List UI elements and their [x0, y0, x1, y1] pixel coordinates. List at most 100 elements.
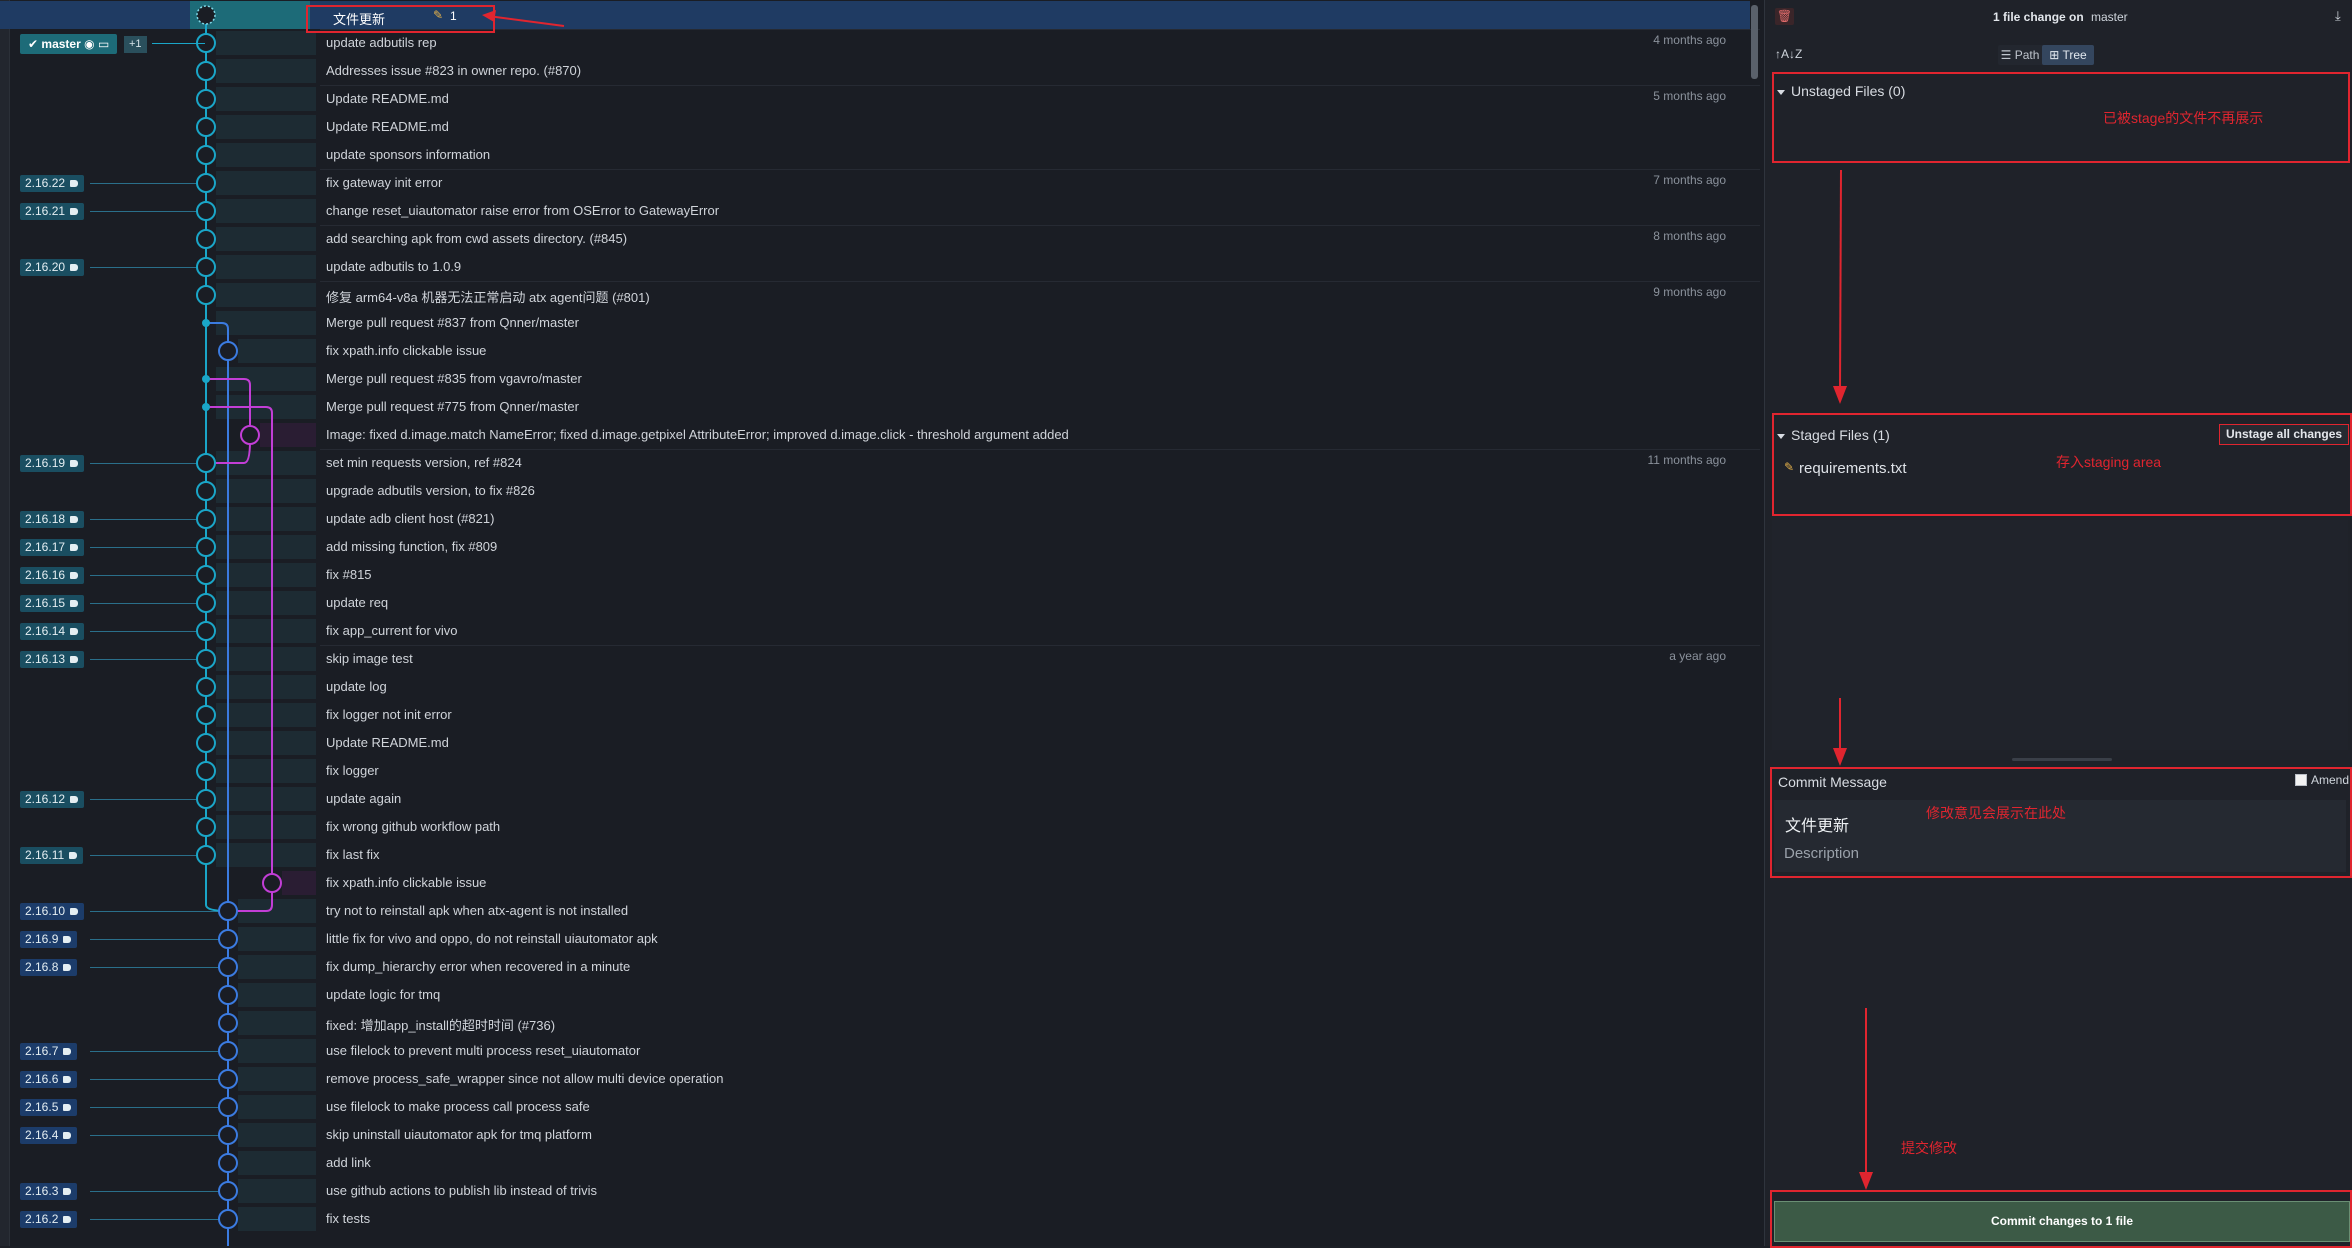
header-file-change: 1 file change on: [1993, 10, 2084, 24]
graph-lanes: [196, 5, 282, 1246]
pencil-icon: ✎: [1784, 460, 1795, 474]
commit-message: Merge pull request #837 from Qnner/maste…: [326, 315, 579, 330]
unstaged-header[interactable]: Unstaged Files (0): [1777, 83, 1905, 99]
date-separator: [320, 169, 1760, 170]
commit-message: update adb client host (#821): [326, 511, 495, 526]
panel-resize-handle[interactable]: [2012, 758, 2112, 761]
commit-node[interactable]: [218, 1209, 238, 1229]
commit-node[interactable]: [196, 201, 216, 221]
commit-message: remove process_safe_wrapper since not al…: [326, 1071, 724, 1086]
unstaged-title: Unstaged Files (0): [1791, 83, 1906, 99]
commit-node[interactable]: [218, 1125, 238, 1145]
commit-message: change reset_uiautomator raise error fro…: [326, 203, 720, 218]
unstage-all-button[interactable]: Unstage all changes: [2219, 424, 2350, 445]
staged-annotation: 存入staging area: [2056, 454, 2162, 470]
commit-message: fix tests: [326, 1211, 371, 1226]
commit-node[interactable]: [196, 145, 216, 165]
commit-graph-panel: update adbutils rep 4 months ago Addresses…: [0, 0, 1764, 1246]
commit-message: Update README.md: [326, 119, 449, 134]
summary-input[interactable]: 文件更新: [1785, 812, 1849, 836]
commit-node[interactable]: [196, 593, 216, 613]
commit-message: Update README.md: [326, 735, 449, 750]
commit-node[interactable]: [196, 537, 216, 557]
commit-node[interactable]: [240, 425, 260, 445]
pencil-icon: ✎: [433, 8, 444, 22]
staged-header[interactable]: Staged Files (1): [1777, 427, 1890, 443]
merge-node[interactable]: [202, 375, 210, 383]
commit-node[interactable]: [262, 873, 282, 893]
branch-extra-count[interactable]: +1: [124, 36, 147, 53]
date-separator: [320, 449, 1760, 450]
view-path-label: Path: [2014, 48, 2040, 62]
description-input[interactable]: Description: [1784, 845, 1859, 862]
commit-node[interactable]: [196, 89, 216, 109]
commit-message: fix dump_hierarchy error when recovered …: [326, 959, 631, 974]
commit-node[interactable]: [218, 1069, 238, 1089]
annotation-arrow-3: [1859, 1008, 1873, 1190]
commit-node[interactable]: [196, 509, 216, 529]
commit-node[interactable]: [218, 929, 238, 949]
commit-node[interactable]: [196, 173, 216, 193]
wip-title: 文件更新: [333, 12, 386, 27]
wip-node[interactable]: [196, 5, 216, 25]
commit-node[interactable]: [196, 453, 216, 473]
commit-node[interactable]: [196, 285, 216, 305]
commit-node[interactable]: [218, 1013, 238, 1033]
commit-node[interactable]: [196, 677, 216, 697]
commit-node[interactable]: [196, 733, 216, 753]
commit-node[interactable]: [196, 481, 216, 501]
commit-node[interactable]: [218, 957, 238, 977]
commit-message: Image: fixed d.image.match NameError; fi…: [326, 427, 1069, 442]
commit-node[interactable]: [196, 705, 216, 725]
commit-node[interactable]: [218, 341, 238, 361]
merge-node[interactable]: [202, 403, 210, 411]
commit-age: 7 months ago: [1653, 173, 1726, 187]
commit-message: add searching apk from cwd assets direct…: [326, 231, 628, 246]
commit-node[interactable]: [218, 1181, 238, 1201]
commit-message: update adbutils rep: [326, 35, 437, 50]
commit-age: 11 months ago: [1647, 453, 1727, 467]
trash-icon[interactable]: 🗑: [1775, 8, 1794, 25]
branch-label-master[interactable]: ✔ master ◉ ▭: [20, 34, 118, 54]
view-path-button[interactable]: ☰ Path: [1998, 45, 2042, 65]
download-icon[interactable]: ⤓: [2335, 8, 2341, 24]
sort-az-icon[interactable]: ↑A↓Z: [1775, 47, 1802, 61]
commit-node[interactable]: [196, 565, 216, 585]
commit-node[interactable]: [218, 901, 238, 921]
commit-node[interactable]: [196, 761, 216, 781]
commit-node[interactable]: [196, 229, 216, 249]
commit-node[interactable]: [196, 817, 216, 837]
staged-file-requirements[interactable]: requirements.txt: [1799, 460, 1907, 477]
commit-button[interactable]: Commit changes to 1 file: [1774, 1201, 2350, 1242]
commit-node[interactable]: [196, 61, 216, 81]
commit-message: set min requests version, ref #824: [326, 455, 522, 470]
commit-node[interactable]: [196, 789, 216, 809]
graph-scrollbar[interactable]: [1751, 5, 1758, 79]
commit-message: use github actions to publish lib instea…: [326, 1183, 597, 1198]
commit-age: a year ago: [1669, 649, 1726, 663]
chevron-down-icon: [1777, 433, 1785, 439]
date-separator: [320, 225, 1760, 226]
staged-title: Staged Files (1): [1791, 427, 1890, 443]
commit-node[interactable]: [218, 1097, 238, 1117]
wip-change-count: 1: [450, 9, 457, 23]
commit-node[interactable]: [218, 985, 238, 1005]
annotation-arrow-2: [1833, 698, 1847, 766]
branch-name: master: [41, 37, 81, 51]
commit-node[interactable]: [196, 621, 216, 641]
merge-node[interactable]: [202, 319, 210, 327]
file-list-area: [1772, 520, 2348, 750]
github-icon: ◉: [84, 37, 95, 51]
commit-node[interactable]: [218, 1153, 238, 1173]
commit-node[interactable]: [196, 257, 216, 277]
commit-message: fix app_current for vivo: [326, 623, 458, 638]
commit-node[interactable]: [196, 845, 216, 865]
commit-node[interactable]: [196, 649, 216, 669]
commit-age: 9 months ago: [1653, 285, 1726, 299]
commit-message: use filelock to make process call proces…: [326, 1099, 590, 1114]
chevron-down-icon: [1777, 89, 1785, 95]
commit-node[interactable]: [196, 117, 216, 137]
commit-node[interactable]: [218, 1041, 238, 1061]
view-tree-button[interactable]: ⊞ Tree: [2042, 45, 2094, 65]
commit-message: 修复 arm64-v8a 机器无法正常启动 atx agent问题 (#801): [326, 290, 650, 305]
